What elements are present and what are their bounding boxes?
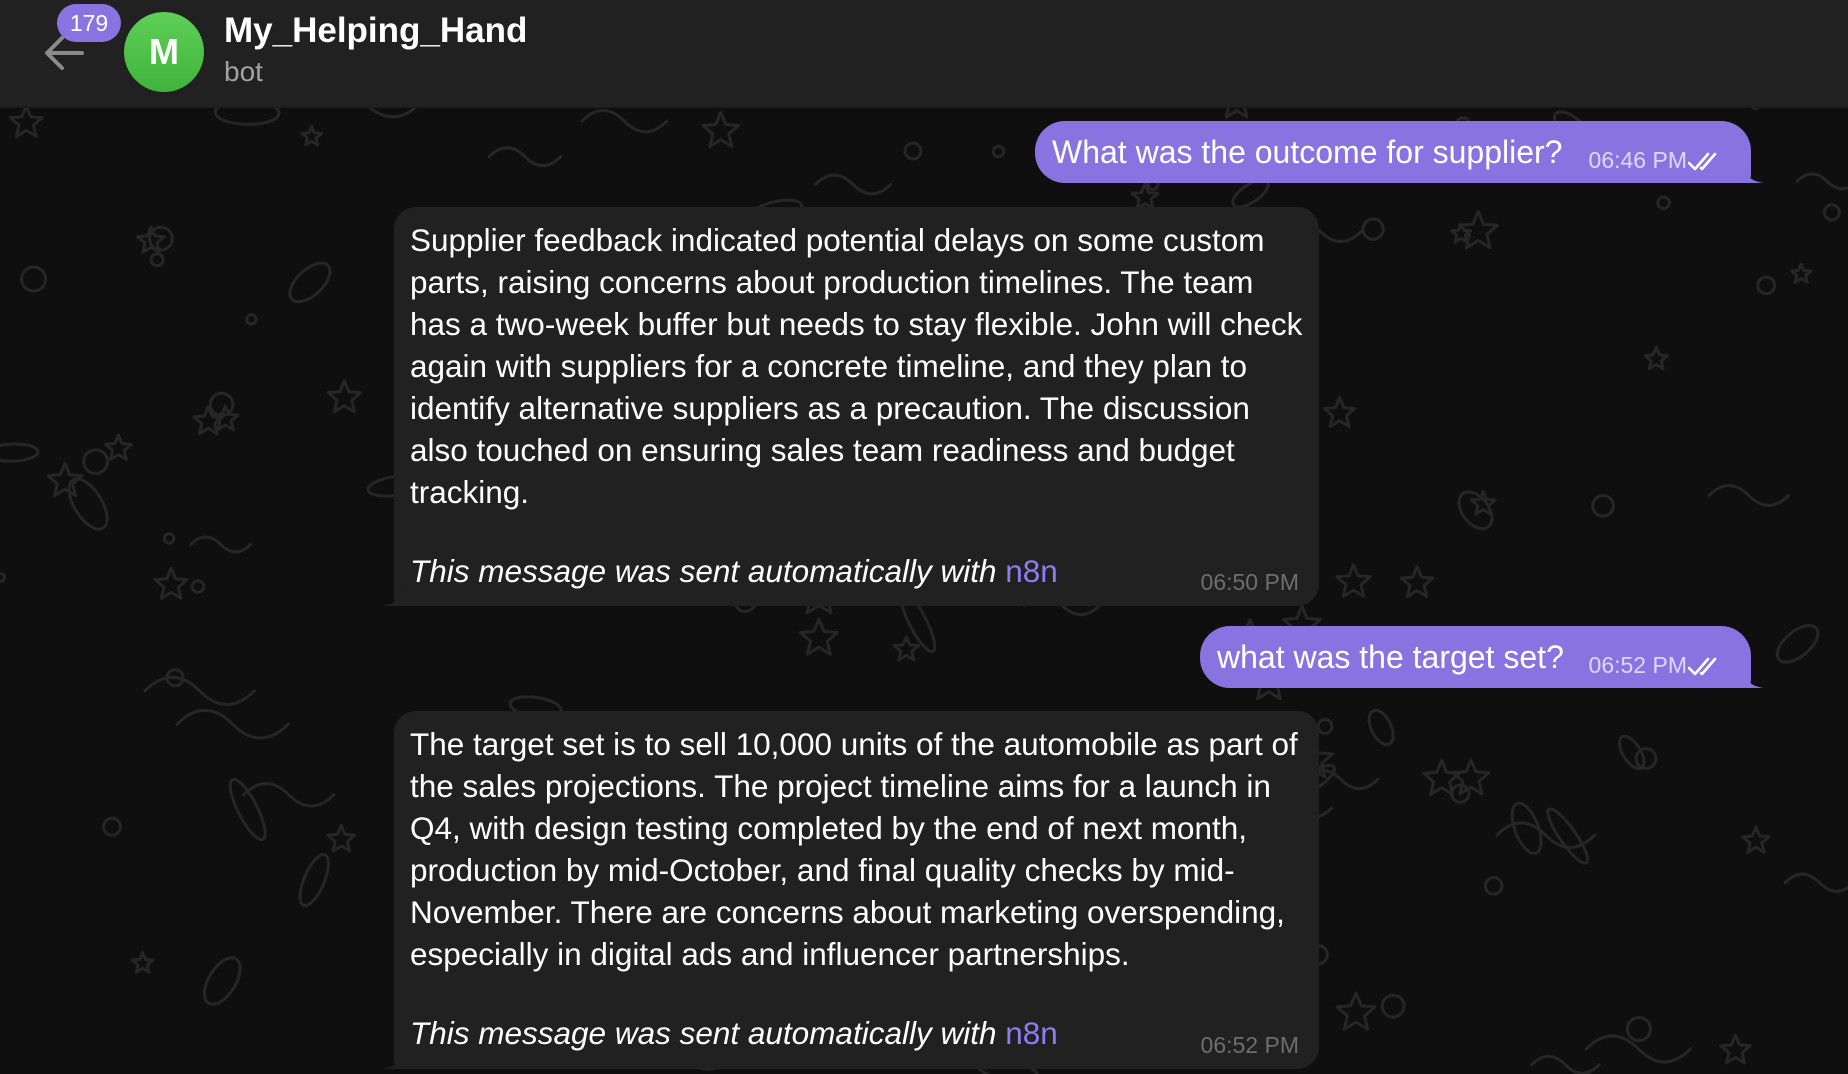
- doodle-shape: [1618, 734, 1646, 771]
- doodle-shape: [1625, 1015, 1652, 1043]
- doodle-shape: [326, 379, 363, 414]
- doodle-shape: [1741, 825, 1771, 854]
- doodle-shape: [1130, 182, 1160, 210]
- double-check-icon: [1688, 657, 1717, 676]
- doodle-shape: [1451, 758, 1491, 796]
- doodle-shape: [1822, 203, 1841, 222]
- message-outgoing[interactable]: what was the target set? 06:52 PM: [1200, 626, 1764, 688]
- doodle-shape: [190, 579, 206, 594]
- doodle-shape: [1634, 747, 1658, 770]
- doodle-shape: [1316, 718, 1334, 735]
- message-text: The target set is to sell 10,000 units o…: [410, 726, 1298, 972]
- message-incoming[interactable]: Supplier feedback indicated potential de…: [382, 207, 1319, 606]
- doodle-shape: [228, 777, 267, 842]
- message-time: 06:52 PM: [1588, 652, 1687, 678]
- chat-subtitle: bot: [224, 56, 263, 87]
- doodle-shape: [1591, 494, 1615, 518]
- doodle-shape: [813, 173, 893, 196]
- doodle-shape: [46, 461, 84, 498]
- auto-sent-note: This message was sent automatically with…: [410, 553, 1058, 590]
- doodle-shape: [1380, 993, 1406, 1019]
- doodle-shape: [1656, 195, 1671, 211]
- doodle-shape: [0, 571, 6, 583]
- doodle-shape: [0, 442, 40, 463]
- doodle-shape: [1335, 991, 1377, 1031]
- doodle-shape: [242, 781, 336, 808]
- doodle-shape: [153, 566, 189, 600]
- doodle-shape: [67, 477, 109, 531]
- doodle-shape: [1495, 821, 1597, 849]
- doodle-shape: [1510, 801, 1543, 855]
- chat-header: 179 M My_Helping_Hand bot: [0, 0, 1848, 108]
- doodle-shape: [487, 146, 563, 168]
- unread-count-badge: 179: [57, 4, 121, 42]
- doodle-shape: [130, 951, 155, 974]
- doodle-shape: [892, 635, 921, 662]
- doodle-shape: [1546, 807, 1590, 865]
- doodle-shape: [202, 956, 242, 1006]
- doodle-shape: [162, 532, 176, 545]
- doodle-shape: [991, 144, 1006, 159]
- message-time: 06:52 PM: [1200, 1032, 1299, 1058]
- doodle-shape: [1756, 275, 1777, 296]
- doodle-shape: [1789, 262, 1813, 284]
- auto-sent-prefix: This message was sent automatically with: [410, 553, 1006, 589]
- doodle-shape: [798, 617, 839, 656]
- message-incoming[interactable]: The target set is to sell 10,000 units o…: [382, 711, 1319, 1069]
- doodle-shape: [298, 852, 330, 908]
- doodle-shape: [1529, 1054, 1601, 1074]
- auto-sent-prefix: This message was sent automatically with: [410, 1015, 1006, 1051]
- doodle-shape: [1643, 345, 1669, 371]
- doodle-shape: [1399, 565, 1435, 599]
- telegram-chat-window: 179 M My_Helping_Hand bot What was the o…: [0, 0, 1848, 1074]
- doodle-shape: [1335, 563, 1372, 598]
- doodle-shape: [300, 124, 323, 147]
- doodle-shape: [175, 708, 290, 740]
- doodle-shape: [82, 448, 110, 476]
- avatar[interactable]: M: [124, 12, 204, 92]
- n8n-link[interactable]: n8n: [1005, 553, 1058, 589]
- doodle-shape: [1707, 484, 1791, 507]
- bubble-tail: [1744, 666, 1764, 688]
- message-text: What was the outcome for supplier?: [1052, 134, 1563, 170]
- doodle-shape: [102, 816, 122, 837]
- double-check-icon: [1688, 152, 1717, 171]
- doodle-shape: [143, 675, 256, 706]
- doodle-shape: [701, 111, 741, 148]
- doodle-shape: [1795, 172, 1848, 191]
- doodle-shape: [1322, 396, 1357, 428]
- message-time: 06:50 PM: [1200, 569, 1299, 595]
- doodle-shape: [288, 261, 332, 304]
- message-time: 06:46 PM: [1588, 147, 1687, 173]
- bubble-tail: [1744, 161, 1764, 183]
- doodle-shape: [149, 252, 165, 268]
- n8n-link[interactable]: n8n: [1005, 1015, 1058, 1051]
- doodle-shape: [1719, 1033, 1752, 1065]
- doodle-shape: [903, 141, 923, 161]
- doodle-shape: [1775, 624, 1820, 664]
- doodle-shape: [104, 433, 133, 461]
- doodle-shape: [1783, 872, 1848, 893]
- message-text: Supplier feedback indicated potential de…: [410, 222, 1303, 510]
- doodle-shape: [326, 823, 357, 853]
- doodle-shape: [1361, 217, 1385, 241]
- doodle-shape: [1367, 708, 1395, 747]
- message-text: what was the target set?: [1217, 639, 1564, 675]
- doodle-shape: [189, 535, 253, 554]
- doodle-shape: [580, 109, 669, 134]
- bubble-tail: [382, 584, 402, 606]
- bubble-tail: [382, 1047, 402, 1069]
- doodle-shape: [245, 313, 258, 326]
- chat-title[interactable]: My_Helping_Hand: [224, 11, 527, 51]
- message-outgoing[interactable]: What was the outcome for supplier? 06:46…: [1035, 121, 1764, 183]
- doodle-shape: [1483, 876, 1504, 896]
- doodle-shape: [8, 104, 44, 138]
- auto-sent-note: This message was sent automatically with…: [410, 1015, 1058, 1052]
- doodle-shape: [20, 265, 48, 293]
